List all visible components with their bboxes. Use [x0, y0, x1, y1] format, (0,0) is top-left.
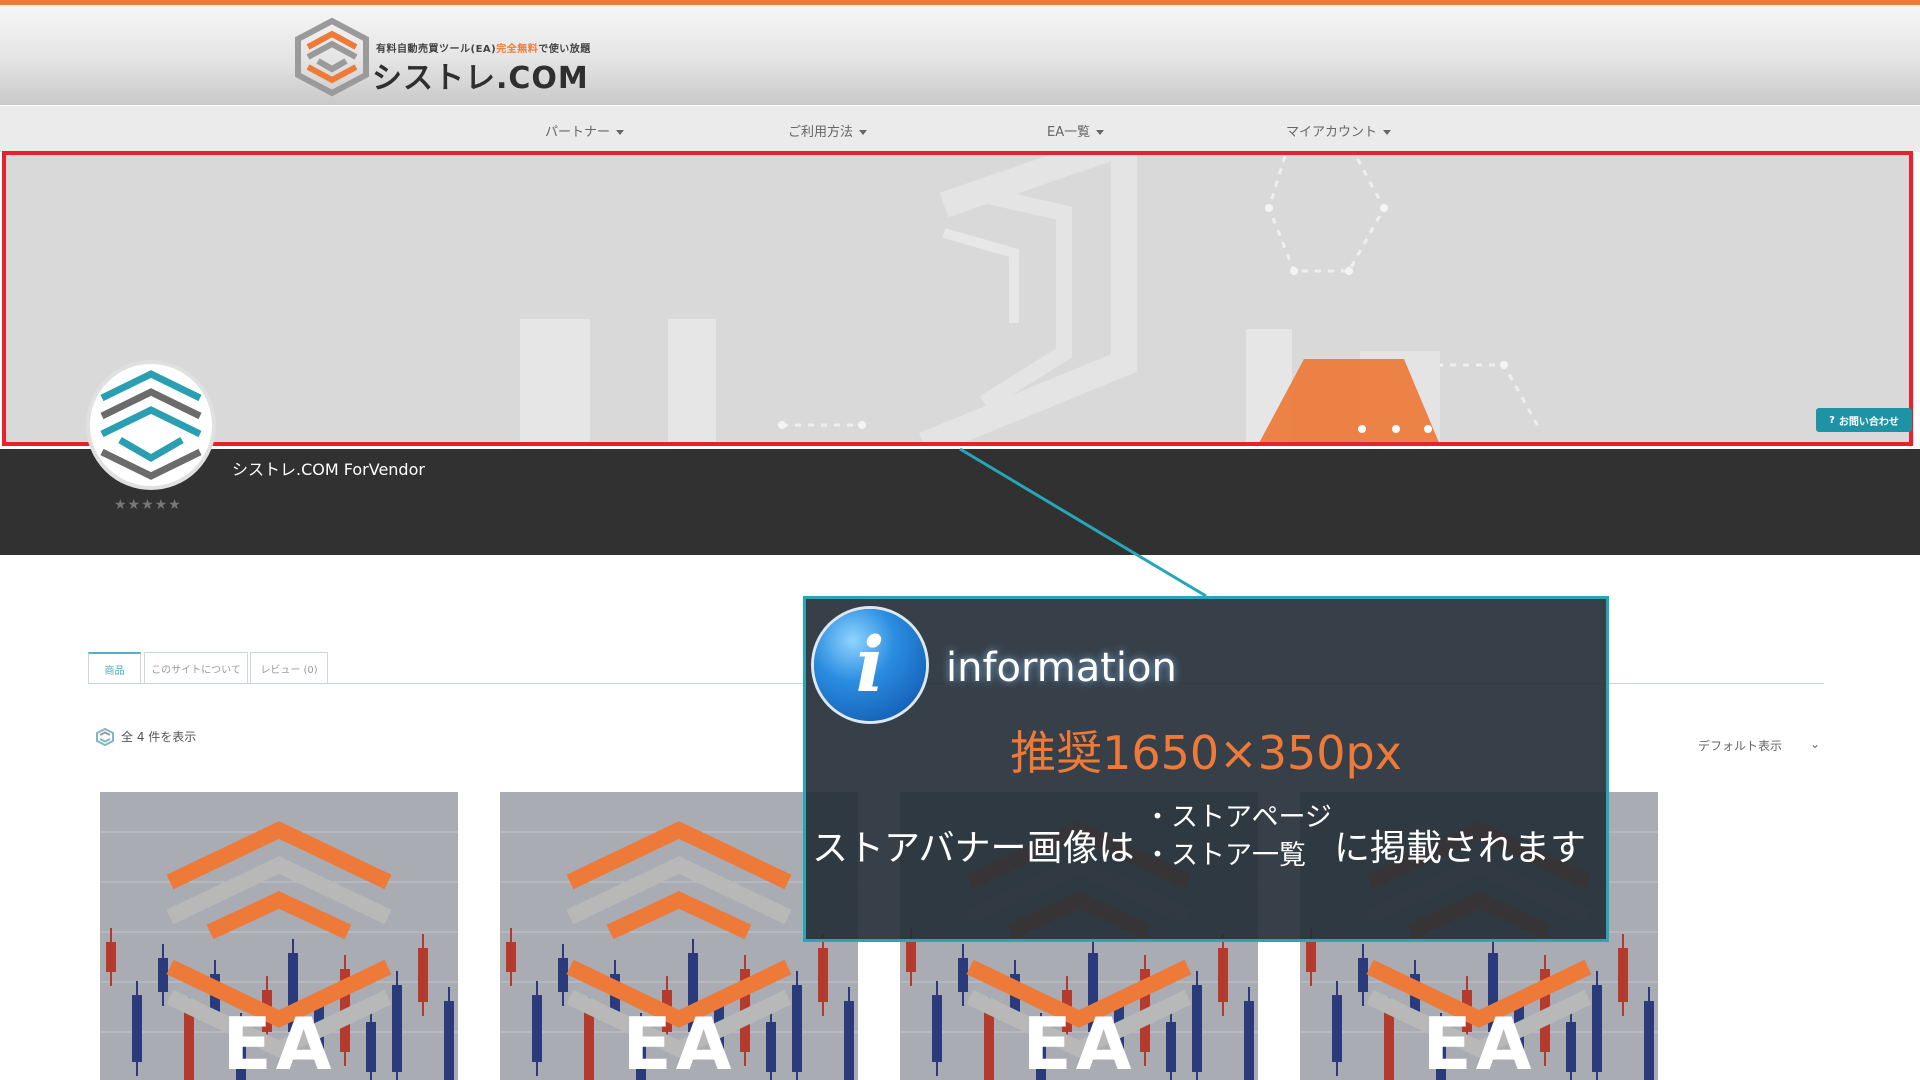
store-banner — [4, 153, 1914, 445]
info-title: information — [946, 645, 1177, 691]
vendor-avatar — [86, 360, 216, 490]
product-ea-label: EA — [1022, 1002, 1136, 1080]
placement-store-page: ・ストアページ — [1144, 802, 1332, 833]
product-card[interactable]: EA — [100, 792, 458, 1080]
rating-stars: ★★★★★ — [114, 497, 182, 513]
nav-item-usage[interactable]: ご利用方法 — [788, 121, 868, 140]
caret-down-icon — [859, 130, 868, 135]
sort-select[interactable]: デフォルト表示 — [1698, 737, 1782, 754]
result-logo-icon — [96, 728, 114, 746]
tab-reviews[interactable]: レビュー (0) — [250, 652, 328, 684]
vendor-name: シストレ.COM ForVendor — [232, 460, 425, 479]
logo-mark-icon — [295, 17, 369, 97]
nav-item-partner[interactable]: パートナー — [545, 121, 625, 140]
chevron-down-icon[interactable]: ⌄ — [1810, 737, 1820, 751]
info-tail-text: に掲載されます — [1334, 828, 1587, 869]
information-callout: i information 推奨1650×350px ストアバナー画像は ・スト… — [803, 596, 1609, 942]
product-ea-label: EA — [222, 1002, 336, 1080]
info-placement-list: ・ストアページ ・ストア一覧 — [1144, 799, 1332, 875]
tab-products[interactable]: 商品 — [88, 652, 141, 684]
help-icon: ? — [1829, 414, 1835, 426]
vendor-logo-icon — [100, 370, 202, 480]
caret-down-icon — [1383, 130, 1392, 135]
caret-down-icon — [616, 130, 625, 135]
main-nav: パートナー ご利用方法 EA一覧 マイアカウント — [0, 106, 1920, 152]
product-ea-label: EA — [1422, 1002, 1536, 1080]
contact-button[interactable]: ? お問い合わせ — [1816, 408, 1912, 432]
site-header: 有料自動売買ツール(EA)完全無料で使い放題 シストレ.COM — [0, 5, 1920, 105]
result-count: 全 4 件を表示 — [121, 730, 197, 744]
site-logo[interactable]: 有料自動売買ツール(EA)完全無料で使い放題 シストレ.COM — [294, 17, 590, 101]
logo-brand-text: シストレ.COM — [372, 61, 589, 96]
banner-decoration — [520, 153, 1541, 445]
tab-about[interactable]: このサイトについて — [144, 652, 248, 684]
recommended-size: 推奨1650×350px — [1010, 726, 1402, 780]
info-lead-text: ストアバナー画像は — [812, 828, 1135, 869]
nav-item-ea-list[interactable]: EA一覧 — [1047, 121, 1105, 140]
caret-down-icon — [1096, 130, 1105, 135]
nav-item-my-account[interactable]: マイアカウント — [1286, 121, 1392, 140]
product-ea-label: EA — [622, 1002, 736, 1080]
info-icon: i — [814, 609, 926, 721]
placement-store-list: ・ストア一覧 — [1144, 840, 1306, 871]
